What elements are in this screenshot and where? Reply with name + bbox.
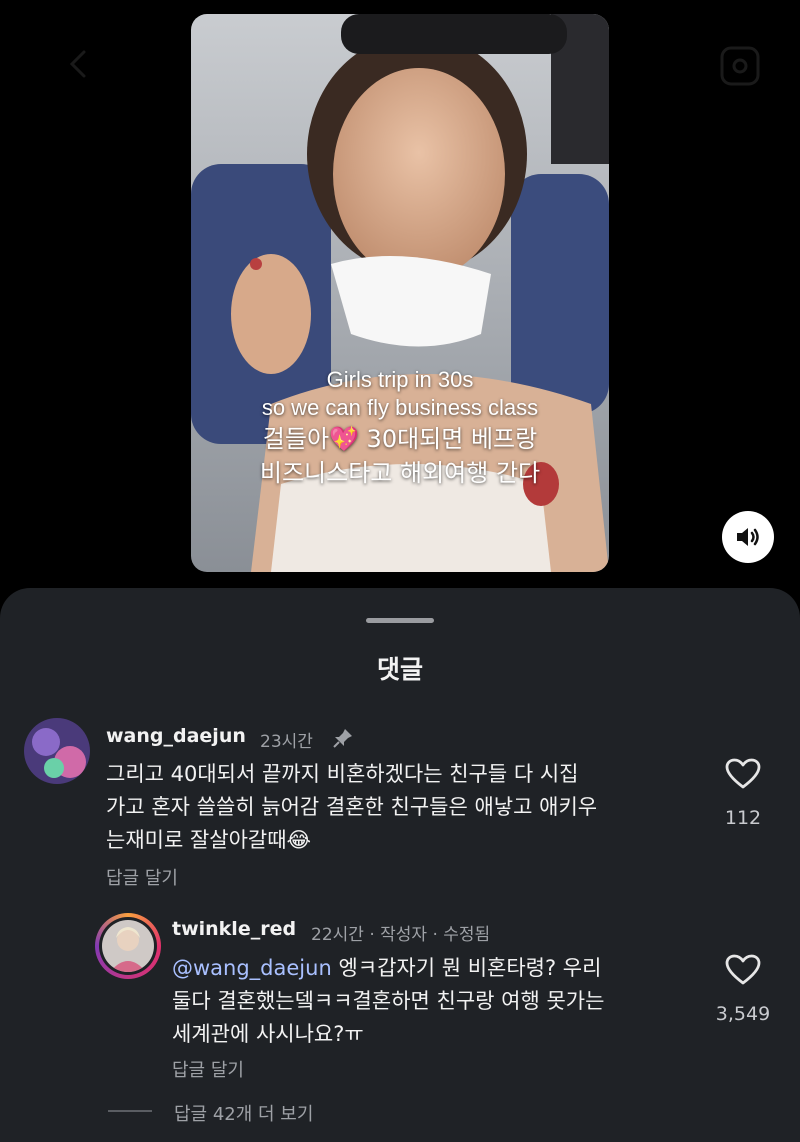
- comment-text-line: 그리고 40대되서 끝까지 비혼하겠다는 친구들 다 시집: [106, 762, 579, 786]
- comment-text-line: 세계관에 사시나요?ㅠ: [172, 1022, 364, 1046]
- screen: Girls trip in 30s so we can fly business…: [0, 0, 800, 1142]
- avatar[interactable]: [24, 718, 90, 784]
- mention-link[interactable]: @wang_daejun: [172, 956, 332, 980]
- sheet-title: 댓글: [376, 655, 423, 684]
- speaker-icon: [737, 528, 759, 546]
- caption-korean-line-2: 비즈니스타고 해외여행 간다: [259, 459, 541, 487]
- like-count: 112: [724, 807, 762, 829]
- comment-username[interactable]: twinkle_red: [172, 918, 296, 940]
- reply-button[interactable]: 답글 달기: [172, 1056, 244, 1082]
- comment-time: 22시간 · 작성자 · 수정됨: [311, 925, 491, 945]
- comment-text-fragment: 엥ㅋ갑자기 뭔 비혼타령? 우리: [331, 956, 602, 980]
- avatar-image: [24, 718, 90, 784]
- reply-button[interactable]: 답글 달기: [106, 864, 178, 890]
- comment-text-line: 는재미로 잘살아갈때😂: [106, 828, 312, 852]
- caption-english-line-1: Girls trip in 30s: [326, 367, 474, 392]
- back-button[interactable]: [58, 44, 98, 84]
- comment-text-line: 둘다 결혼했는뎈ㅋㅋ결혼하면 친구랑 여행 못가는: [172, 989, 605, 1013]
- pin-icon: [333, 729, 352, 748]
- heart-icon[interactable]: [725, 758, 761, 790]
- heart-icon[interactable]: [725, 954, 761, 986]
- comment-username[interactable]: wang_daejun: [106, 725, 246, 747]
- more-button[interactable]: [716, 42, 764, 90]
- caption-english-line-2: so we can fly business class: [261, 395, 539, 420]
- sheet-drag-handle[interactable]: [366, 618, 434, 623]
- like-count: 3,549: [715, 1003, 771, 1025]
- sound-toggle-button[interactable]: [722, 511, 774, 563]
- comment-time: 23시간: [260, 732, 313, 752]
- caption-korean-line-1: 걸들아💖 30대되면 베프랑: [262, 425, 538, 453]
- chevron-left-icon: [69, 50, 86, 78]
- more-icon: [720, 46, 760, 86]
- view-more-replies-button[interactable]: 답글 42개 더 보기: [174, 1100, 313, 1126]
- avatar[interactable]: [95, 913, 161, 979]
- divider: [108, 1110, 152, 1112]
- comment-text-line: 가고 혼자 쓸쓸히 늙어감 결혼한 친구들은 애낳고 애키우: [106, 795, 598, 819]
- video-player[interactable]: Girls trip in 30s so we can fly business…: [191, 14, 609, 572]
- avatar-image: [102, 920, 154, 972]
- comment-text-line: @wang_daejun 엥ㅋ갑자기 뭔 비혼타령? 우리: [172, 952, 601, 985]
